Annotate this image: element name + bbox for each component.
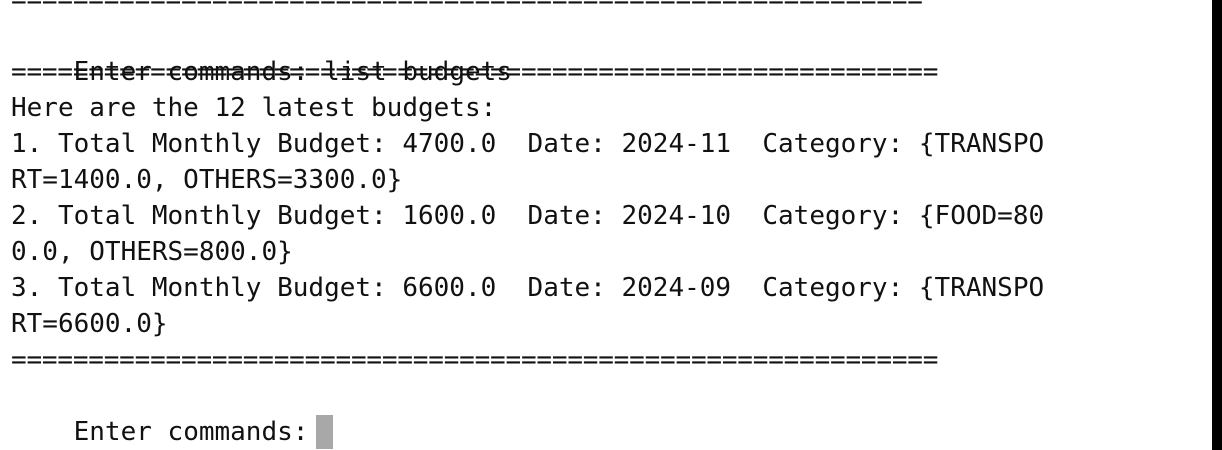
budget-line-2-continuation: 0.0, OTHERS=800.0} [11,237,293,267]
command-line: Enter commands: list budgets [11,18,512,87]
final-command-line[interactable]: Enter commands: [11,378,334,449]
budget-line-3: 3. Total Monthly Budget: 6600.0 Date: 20… [11,273,1045,303]
budgets-header: Here are the 12 latest budgets: [11,93,497,123]
separator-after-command: ========================================… [11,57,939,87]
budget-line-1: 1. Total Monthly Budget: 4700.0 Date: 20… [11,129,1045,159]
budget-line-3-continuation: RT=6600.0} [11,309,168,339]
separator-bottom: ========================================… [11,345,939,375]
separator-top: ========================================… [11,0,923,15]
final-prompt-label: Enter commands: [73,417,309,447]
terminal-window[interactable]: ========================================… [0,0,1212,450]
text-cursor[interactable] [316,415,334,449]
window-edge [1212,0,1222,450]
budget-line-1-continuation: RT=1400.0, OTHERS=3300.0} [11,165,403,195]
budget-line-2: 2. Total Monthly Budget: 1600.0 Date: 20… [11,201,1045,231]
